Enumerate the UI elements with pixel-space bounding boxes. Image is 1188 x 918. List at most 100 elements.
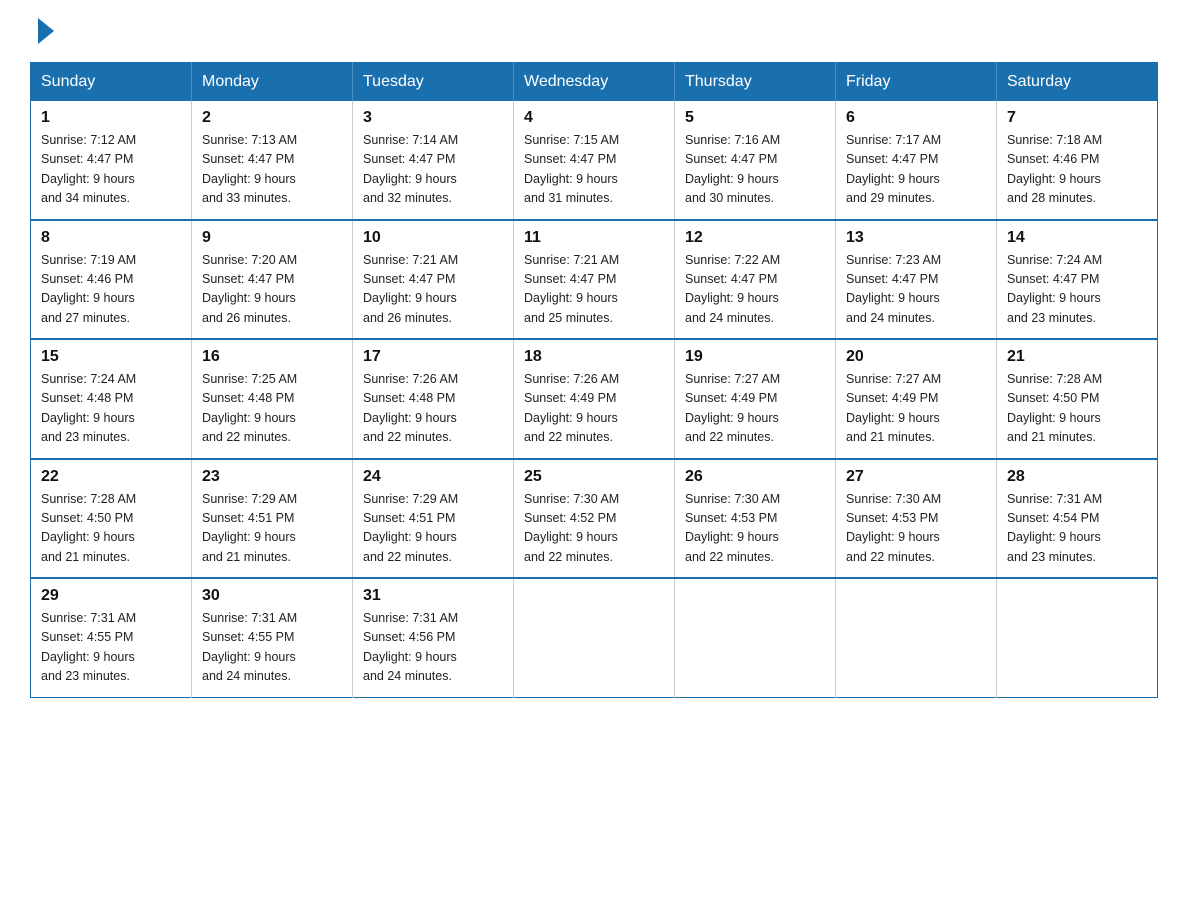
calendar-day-cell: 31 Sunrise: 7:31 AM Sunset: 4:56 PM Dayl… — [353, 578, 514, 697]
day-info: Sunrise: 7:26 AM Sunset: 4:48 PM Dayligh… — [363, 370, 503, 448]
day-info: Sunrise: 7:22 AM Sunset: 4:47 PM Dayligh… — [685, 251, 825, 329]
day-number: 12 — [685, 229, 825, 247]
calendar-day-cell — [514, 578, 675, 697]
day-number: 6 — [846, 109, 986, 127]
calendar-day-cell: 27 Sunrise: 7:30 AM Sunset: 4:53 PM Dayl… — [836, 459, 997, 579]
calendar-week-row: 15 Sunrise: 7:24 AM Sunset: 4:48 PM Dayl… — [31, 339, 1158, 459]
day-number: 21 — [1007, 348, 1147, 366]
day-number: 2 — [202, 109, 342, 127]
calendar-day-cell: 22 Sunrise: 7:28 AM Sunset: 4:50 PM Dayl… — [31, 459, 192, 579]
calendar-day-cell: 29 Sunrise: 7:31 AM Sunset: 4:55 PM Dayl… — [31, 578, 192, 697]
day-info: Sunrise: 7:19 AM Sunset: 4:46 PM Dayligh… — [41, 251, 181, 329]
day-info: Sunrise: 7:20 AM Sunset: 4:47 PM Dayligh… — [202, 251, 342, 329]
calendar-day-cell: 25 Sunrise: 7:30 AM Sunset: 4:52 PM Dayl… — [514, 459, 675, 579]
logo-general-text — [34, 20, 54, 44]
calendar-day-cell: 2 Sunrise: 7:13 AM Sunset: 4:47 PM Dayli… — [192, 101, 353, 220]
day-info: Sunrise: 7:17 AM Sunset: 4:47 PM Dayligh… — [846, 131, 986, 209]
day-number: 23 — [202, 468, 342, 486]
day-number: 19 — [685, 348, 825, 366]
calendar-week-row: 22 Sunrise: 7:28 AM Sunset: 4:50 PM Dayl… — [31, 459, 1158, 579]
calendar-day-cell: 12 Sunrise: 7:22 AM Sunset: 4:47 PM Dayl… — [675, 220, 836, 340]
calendar-day-cell: 11 Sunrise: 7:21 AM Sunset: 4:47 PM Dayl… — [514, 220, 675, 340]
calendar-day-cell — [997, 578, 1158, 697]
calendar-day-cell: 9 Sunrise: 7:20 AM Sunset: 4:47 PM Dayli… — [192, 220, 353, 340]
logo — [30, 20, 54, 44]
calendar-week-row: 1 Sunrise: 7:12 AM Sunset: 4:47 PM Dayli… — [31, 101, 1158, 220]
day-info: Sunrise: 7:27 AM Sunset: 4:49 PM Dayligh… — [846, 370, 986, 448]
calendar-table: SundayMondayTuesdayWednesdayThursdayFrid… — [30, 62, 1158, 698]
calendar-day-cell: 10 Sunrise: 7:21 AM Sunset: 4:47 PM Dayl… — [353, 220, 514, 340]
day-info: Sunrise: 7:21 AM Sunset: 4:47 PM Dayligh… — [363, 251, 503, 329]
day-info: Sunrise: 7:31 AM Sunset: 4:55 PM Dayligh… — [41, 609, 181, 687]
calendar-day-cell: 13 Sunrise: 7:23 AM Sunset: 4:47 PM Dayl… — [836, 220, 997, 340]
day-info: Sunrise: 7:27 AM Sunset: 4:49 PM Dayligh… — [685, 370, 825, 448]
weekday-header-sunday: Sunday — [31, 63, 192, 102]
day-number: 30 — [202, 587, 342, 605]
day-info: Sunrise: 7:25 AM Sunset: 4:48 PM Dayligh… — [202, 370, 342, 448]
day-info: Sunrise: 7:30 AM Sunset: 4:52 PM Dayligh… — [524, 490, 664, 568]
calendar-week-row: 29 Sunrise: 7:31 AM Sunset: 4:55 PM Dayl… — [31, 578, 1158, 697]
day-info: Sunrise: 7:14 AM Sunset: 4:47 PM Dayligh… — [363, 131, 503, 209]
day-number: 22 — [41, 468, 181, 486]
day-info: Sunrise: 7:18 AM Sunset: 4:46 PM Dayligh… — [1007, 131, 1147, 209]
calendar-week-row: 8 Sunrise: 7:19 AM Sunset: 4:46 PM Dayli… — [31, 220, 1158, 340]
day-info: Sunrise: 7:28 AM Sunset: 4:50 PM Dayligh… — [41, 490, 181, 568]
calendar-day-cell: 30 Sunrise: 7:31 AM Sunset: 4:55 PM Dayl… — [192, 578, 353, 697]
day-number: 28 — [1007, 468, 1147, 486]
calendar-day-cell: 28 Sunrise: 7:31 AM Sunset: 4:54 PM Dayl… — [997, 459, 1158, 579]
day-number: 14 — [1007, 229, 1147, 247]
calendar-day-cell: 15 Sunrise: 7:24 AM Sunset: 4:48 PM Dayl… — [31, 339, 192, 459]
calendar-day-cell: 20 Sunrise: 7:27 AM Sunset: 4:49 PM Dayl… — [836, 339, 997, 459]
calendar-day-cell: 24 Sunrise: 7:29 AM Sunset: 4:51 PM Dayl… — [353, 459, 514, 579]
day-info: Sunrise: 7:31 AM Sunset: 4:55 PM Dayligh… — [202, 609, 342, 687]
calendar-day-cell — [675, 578, 836, 697]
weekday-header-saturday: Saturday — [997, 63, 1158, 102]
day-info: Sunrise: 7:31 AM Sunset: 4:54 PM Dayligh… — [1007, 490, 1147, 568]
day-info: Sunrise: 7:21 AM Sunset: 4:47 PM Dayligh… — [524, 251, 664, 329]
calendar-day-cell: 5 Sunrise: 7:16 AM Sunset: 4:47 PM Dayli… — [675, 101, 836, 220]
day-number: 13 — [846, 229, 986, 247]
day-number: 7 — [1007, 109, 1147, 127]
day-number: 16 — [202, 348, 342, 366]
day-number: 9 — [202, 229, 342, 247]
weekday-header-wednesday: Wednesday — [514, 63, 675, 102]
calendar-day-cell: 26 Sunrise: 7:30 AM Sunset: 4:53 PM Dayl… — [675, 459, 836, 579]
day-info: Sunrise: 7:30 AM Sunset: 4:53 PM Dayligh… — [685, 490, 825, 568]
weekday-header-thursday: Thursday — [675, 63, 836, 102]
day-number: 5 — [685, 109, 825, 127]
day-number: 27 — [846, 468, 986, 486]
calendar-header: SundayMondayTuesdayWednesdayThursdayFrid… — [31, 63, 1158, 102]
calendar-day-cell: 18 Sunrise: 7:26 AM Sunset: 4:49 PM Dayl… — [514, 339, 675, 459]
day-info: Sunrise: 7:24 AM Sunset: 4:47 PM Dayligh… — [1007, 251, 1147, 329]
day-number: 18 — [524, 348, 664, 366]
day-number: 8 — [41, 229, 181, 247]
day-number: 4 — [524, 109, 664, 127]
calendar-day-cell: 19 Sunrise: 7:27 AM Sunset: 4:49 PM Dayl… — [675, 339, 836, 459]
day-info: Sunrise: 7:29 AM Sunset: 4:51 PM Dayligh… — [202, 490, 342, 568]
day-number: 15 — [41, 348, 181, 366]
day-info: Sunrise: 7:13 AM Sunset: 4:47 PM Dayligh… — [202, 131, 342, 209]
calendar-body: 1 Sunrise: 7:12 AM Sunset: 4:47 PM Dayli… — [31, 101, 1158, 697]
weekday-header-monday: Monday — [192, 63, 353, 102]
logo-arrow-icon — [38, 18, 54, 44]
weekday-header-tuesday: Tuesday — [353, 63, 514, 102]
day-number: 10 — [363, 229, 503, 247]
day-number: 1 — [41, 109, 181, 127]
page-header — [30, 20, 1158, 44]
calendar-day-cell: 3 Sunrise: 7:14 AM Sunset: 4:47 PM Dayli… — [353, 101, 514, 220]
day-info: Sunrise: 7:28 AM Sunset: 4:50 PM Dayligh… — [1007, 370, 1147, 448]
day-info: Sunrise: 7:24 AM Sunset: 4:48 PM Dayligh… — [41, 370, 181, 448]
calendar-day-cell: 7 Sunrise: 7:18 AM Sunset: 4:46 PM Dayli… — [997, 101, 1158, 220]
calendar-day-cell: 14 Sunrise: 7:24 AM Sunset: 4:47 PM Dayl… — [997, 220, 1158, 340]
calendar-day-cell: 21 Sunrise: 7:28 AM Sunset: 4:50 PM Dayl… — [997, 339, 1158, 459]
day-number: 24 — [363, 468, 503, 486]
day-info: Sunrise: 7:15 AM Sunset: 4:47 PM Dayligh… — [524, 131, 664, 209]
day-number: 29 — [41, 587, 181, 605]
day-info: Sunrise: 7:30 AM Sunset: 4:53 PM Dayligh… — [846, 490, 986, 568]
calendar-day-cell: 16 Sunrise: 7:25 AM Sunset: 4:48 PM Dayl… — [192, 339, 353, 459]
day-number: 20 — [846, 348, 986, 366]
day-info: Sunrise: 7:12 AM Sunset: 4:47 PM Dayligh… — [41, 131, 181, 209]
day-number: 11 — [524, 229, 664, 247]
day-info: Sunrise: 7:26 AM Sunset: 4:49 PM Dayligh… — [524, 370, 664, 448]
calendar-day-cell: 1 Sunrise: 7:12 AM Sunset: 4:47 PM Dayli… — [31, 101, 192, 220]
